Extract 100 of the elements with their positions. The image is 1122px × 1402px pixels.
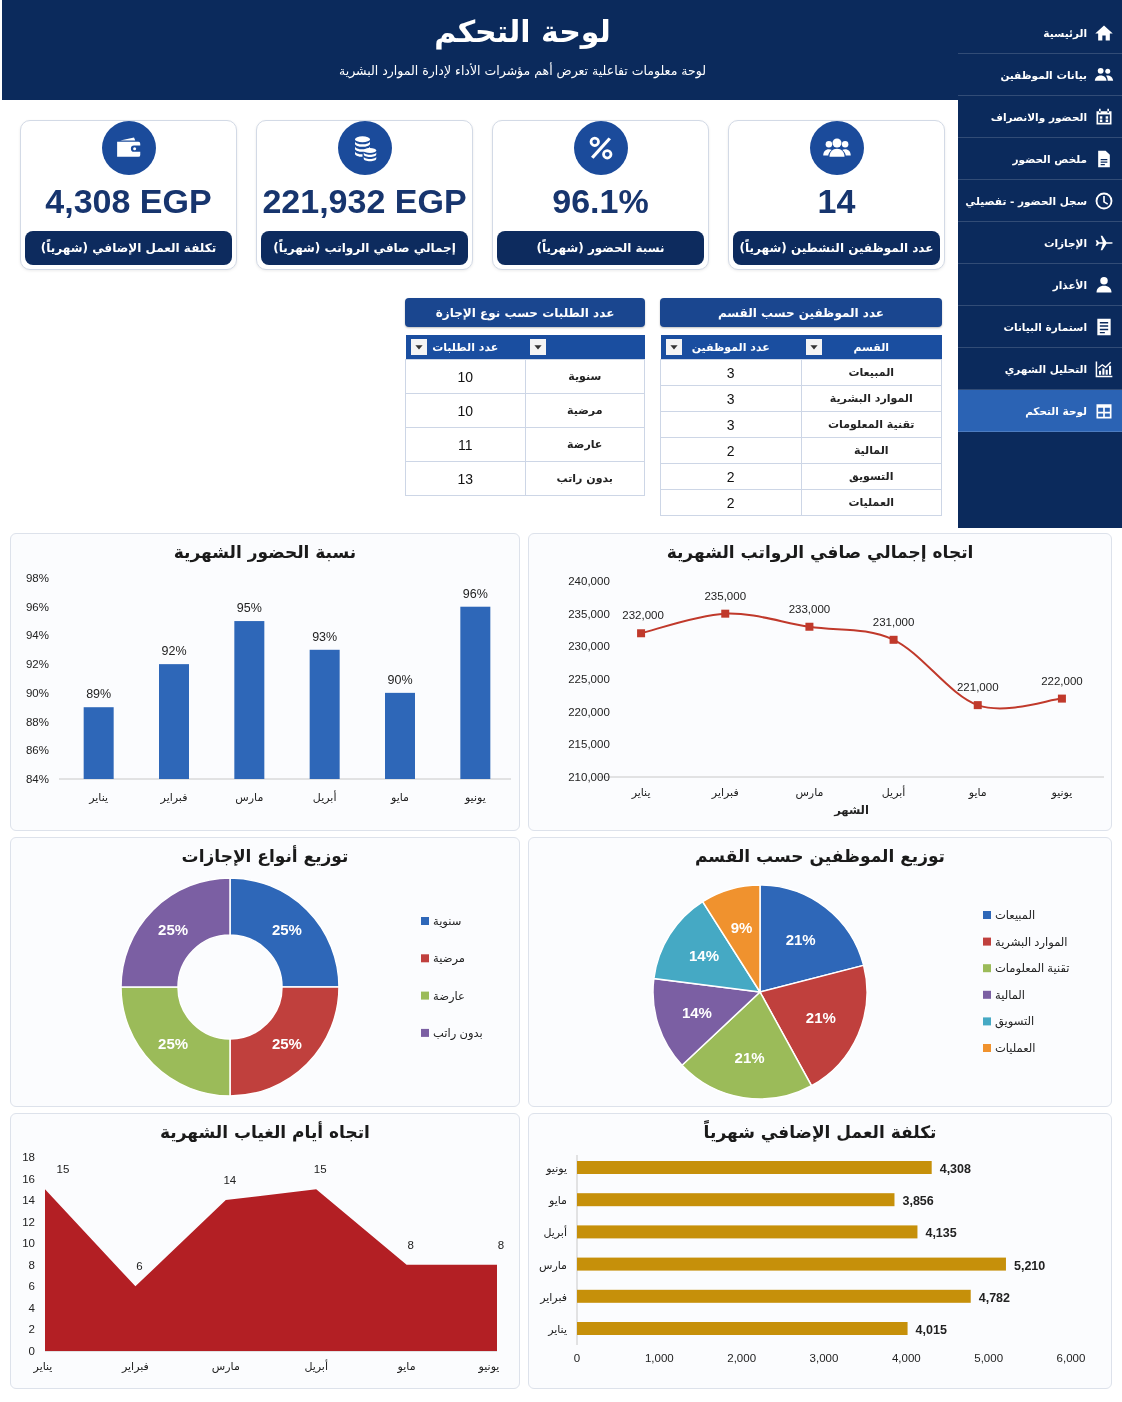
axis-label: أبريل <box>304 1360 328 1372</box>
data-label: 15 <box>56 1163 70 1176</box>
filter-button[interactable] <box>530 339 546 355</box>
legend-label: الموارد البشرية <box>995 935 1068 948</box>
legend-swatch <box>983 990 991 999</box>
table-cell: 11 <box>457 436 473 453</box>
axis-label: 6,000 <box>1056 1352 1086 1364</box>
axis-label: 2 <box>28 1323 35 1336</box>
data-label: 89% <box>86 687 112 702</box>
page-title: لوحة التحكم <box>434 14 611 49</box>
data-label: 92% <box>161 644 187 659</box>
table-cell: سنوية <box>568 370 602 383</box>
sidebar-item[interactable]: لوحة التحكم <box>958 390 1122 432</box>
data-label: 8 <box>497 1238 505 1251</box>
legend-swatch <box>983 937 991 946</box>
data-label: 6 <box>136 1260 143 1273</box>
axis-label: يناير <box>33 1360 53 1372</box>
axis-label: يناير <box>631 786 651 798</box>
page-subtitle: لوحة معلومات تفاعلية تعرض أهم مؤشرات الأداء لإدارة الموارد البشرية <box>339 63 706 78</box>
data-label: 4,782 <box>978 1290 1010 1305</box>
axis-label: 84% <box>25 773 49 785</box>
table-cell: العمليات <box>848 496 895 509</box>
axis-label: 0 <box>28 1345 35 1357</box>
data-label: 4,135 <box>925 1226 957 1241</box>
axis-label: 5,000 <box>974 1352 1004 1364</box>
axis-label: 98% <box>25 572 49 584</box>
legend-label: عارضة <box>433 989 465 1002</box>
axis-label: 96% <box>25 600 49 613</box>
column-header: عدد الموظفين <box>691 340 770 354</box>
legend-swatch <box>983 1044 991 1052</box>
chart-title: تكلفة العمل الإضافي شهرياً <box>703 1122 937 1142</box>
table-cell: 3 <box>726 390 735 407</box>
axis-label: 12 <box>22 1215 35 1228</box>
table-title: عدد الطلبات حسب نوع الإجازة <box>405 298 645 327</box>
axis-label: أبريل <box>543 1226 567 1239</box>
sidebar-item[interactable]: سجل الحضور - تفصيلي <box>958 180 1122 222</box>
data-label: 21% <box>785 930 816 948</box>
column-header: عدد الطلبات <box>432 340 499 354</box>
axis-label: 4,000 <box>891 1352 921 1364</box>
data-label: 15 <box>313 1163 327 1176</box>
sidebar-item[interactable]: ملخص الحضور <box>958 138 1122 180</box>
data-label: 5,210 <box>1013 1258 1046 1273</box>
axis-label: 215,000 <box>568 738 610 751</box>
axis-label: مايو <box>968 786 987 798</box>
sidebar-item[interactable]: الحضور والانصراف <box>958 96 1122 138</box>
legend-swatch <box>983 964 991 973</box>
axis-label: فبراير <box>711 786 739 798</box>
kpi-label: تكلفة العمل الإضافي (شهرياً) <box>25 231 232 265</box>
legend-swatch <box>421 917 429 925</box>
data-label: 14 <box>223 1174 237 1187</box>
sidebar-item[interactable]: الإجازات <box>958 222 1122 264</box>
legend-label: سنوية <box>433 915 462 927</box>
table-cell: 2 <box>726 468 735 485</box>
legend-label: مرضية <box>433 952 465 965</box>
chart-title: نسبة الحضور الشهرية <box>173 542 357 562</box>
axis-label: 220,000 <box>568 705 610 718</box>
data-label: 14% <box>681 1003 712 1021</box>
filter-button[interactable] <box>410 339 427 355</box>
sidebar-item[interactable]: استمارة البيانات <box>958 306 1122 348</box>
table-cell: الموارد البشرية <box>829 392 913 405</box>
legend-label: بدون راتب <box>433 1026 483 1039</box>
legend-label: العمليات <box>995 1042 1036 1054</box>
axis-label: 235,000 <box>568 607 610 620</box>
table-cell: التسويق <box>849 470 894 483</box>
data-label: 93% <box>312 629 338 644</box>
table-cell: تقنية المعلومات <box>828 418 915 431</box>
data-label: 90% <box>387 672 413 687</box>
axis-label: 94% <box>25 629 49 642</box>
axis-label: أبريل <box>881 786 906 798</box>
axis-title: الشهر <box>834 804 869 816</box>
filter-button[interactable] <box>806 339 822 355</box>
axis-label: يونيو <box>546 1162 567 1174</box>
data-point <box>1057 694 1066 703</box>
kpi-label: نسبة الحضور (شهرياً) <box>497 231 704 265</box>
table-cell: عارضة <box>567 438 603 451</box>
axis-label: 8 <box>28 1258 35 1271</box>
legend-swatch <box>983 911 991 919</box>
data-label: 25% <box>271 921 302 939</box>
table-cell: 2 <box>726 442 735 459</box>
axis-label: 230,000 <box>568 640 610 653</box>
chart-title: اتجاه إجمالي صافي الرواتب الشهرية <box>666 542 974 562</box>
data-label: 21% <box>805 1009 836 1027</box>
table-title: عدد الموظفين حسب القسم <box>660 298 942 327</box>
data-label: 3,856 <box>902 1194 934 1209</box>
legend-swatch <box>421 1028 429 1037</box>
axis-label: 6 <box>28 1280 35 1293</box>
axis-label: يونيو <box>1051 786 1073 798</box>
kpi-value: 14 <box>817 182 856 221</box>
table-cell: 10 <box>457 368 474 385</box>
sidebar-item[interactable]: الأعذار <box>958 264 1122 306</box>
data-label: 14% <box>688 947 719 965</box>
axis-label: 86% <box>25 744 49 757</box>
axis-label: 3,000 <box>809 1352 839 1364</box>
axis-label: مايو <box>397 1360 416 1372</box>
filter-button[interactable] <box>665 339 682 355</box>
axis-label: 1,000 <box>644 1352 674 1364</box>
data-label: 21% <box>734 1048 765 1066</box>
legend-label: المبيعات <box>995 909 1036 921</box>
axis-label: أبريل <box>312 791 337 803</box>
data-label: 25% <box>158 921 189 939</box>
